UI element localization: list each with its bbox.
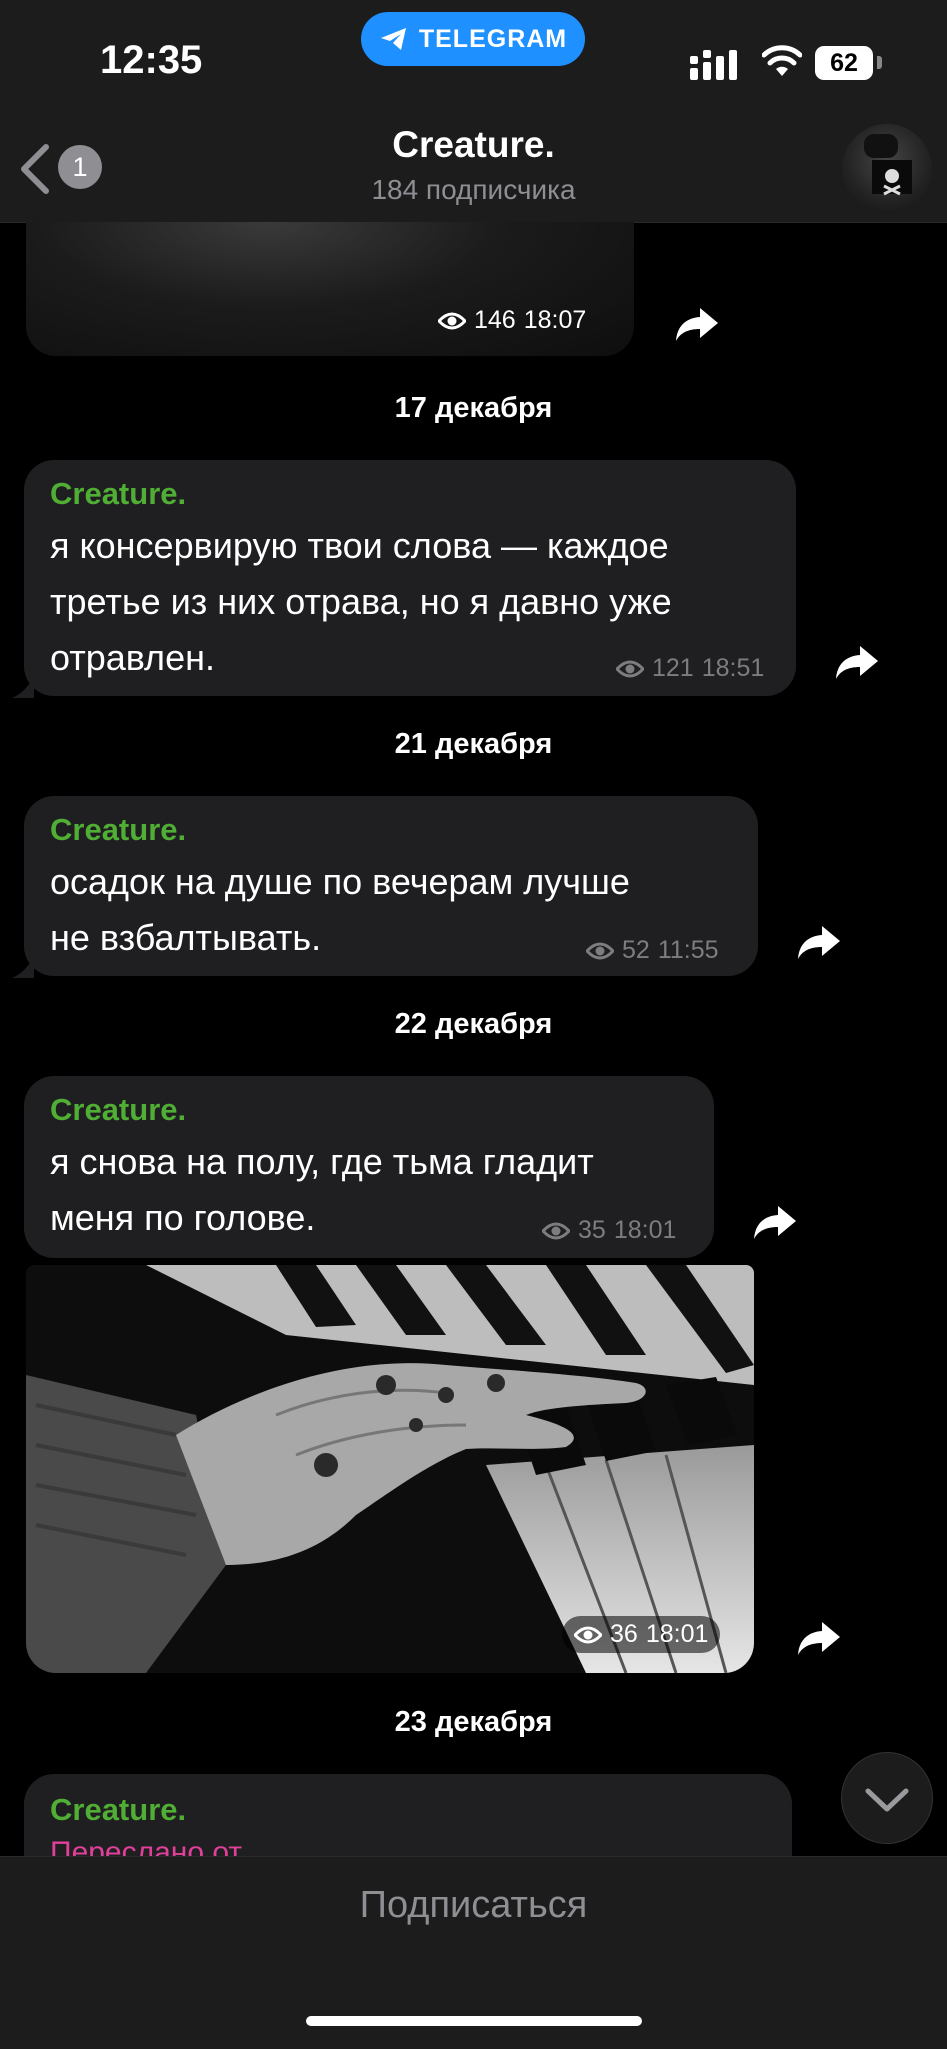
date-separator: 22 декабря xyxy=(394,1008,553,1040)
views-eye-icon xyxy=(616,660,644,677)
views-eye-icon xyxy=(586,942,614,959)
chevron-down-icon xyxy=(865,1788,909,1812)
message-meta: 52 11:55 xyxy=(586,936,719,965)
message-text: осадок на душе по вечерам лучше не взбал… xyxy=(50,854,630,966)
message-time: 11:55 xyxy=(657,936,719,964)
battery-indicator: 62 xyxy=(815,46,873,80)
views-count: 146 xyxy=(474,306,516,334)
message-author: Creature. xyxy=(50,1092,187,1127)
signal-icon xyxy=(690,50,737,80)
message-line: осадок на душе по вечерам лучше xyxy=(50,861,630,902)
message-meta: 36 18:01 xyxy=(562,1616,721,1653)
views-count: 36 xyxy=(610,1620,638,1648)
telegram-icon xyxy=(380,28,406,50)
share-icon[interactable] xyxy=(796,1618,842,1658)
telegram-pill[interactable]: TELEGRAM xyxy=(361,12,585,66)
photo-message[interactable] xyxy=(26,222,634,356)
message-meta: 35 18:01 xyxy=(542,1216,676,1245)
views-eye-icon xyxy=(542,1222,570,1239)
message-line: я консервирую твои слова — каждое xyxy=(50,525,669,566)
piano-hand-image xyxy=(26,1265,754,1673)
message-line: не взбалтывать. xyxy=(50,917,322,958)
home-indicator[interactable] xyxy=(306,2016,642,2026)
share-icon[interactable] xyxy=(752,1202,798,1242)
subscriber-count: 184 подписчика xyxy=(371,174,576,205)
message-author: Creature. xyxy=(50,812,187,847)
message-meta: 146 18:07 xyxy=(438,306,586,335)
message-line: отравлен. xyxy=(50,637,215,678)
share-icon[interactable] xyxy=(834,642,880,682)
date-separator: 21 декабря xyxy=(394,728,553,760)
scroll-to-bottom-button[interactable] xyxy=(841,1752,933,1844)
message-line: третье из них отрава, но я давно уже xyxy=(50,581,672,622)
message-time: 18:01 xyxy=(613,1216,677,1244)
battery-cap xyxy=(877,56,882,69)
share-icon[interactable] xyxy=(796,922,842,962)
views-eye-icon xyxy=(438,312,466,329)
views-count: 52 xyxy=(622,936,650,964)
share-icon[interactable] xyxy=(674,304,720,344)
channel-title[interactable]: Creature. xyxy=(0,124,947,166)
message-line: я снова на полу, где тьма гладит xyxy=(50,1141,594,1182)
subscribe-button[interactable]: Подписаться xyxy=(0,1884,947,1927)
message-time: 18:01 xyxy=(645,1620,709,1648)
message-author: Creature. xyxy=(50,476,187,511)
status-time: 12:35 xyxy=(100,38,203,82)
date-separator: 17 декабря xyxy=(394,392,553,424)
wifi-icon xyxy=(762,45,802,76)
views-count: 121 xyxy=(652,654,694,682)
skull-crossbones-icon xyxy=(864,134,912,196)
message-time: 18:51 xyxy=(701,654,765,682)
channel-avatar[interactable] xyxy=(842,124,932,214)
views-eye-icon xyxy=(574,1626,602,1643)
message-time: 18:07 xyxy=(523,306,587,334)
telegram-pill-label: TELEGRAM xyxy=(418,24,568,53)
message-text: я снова на полу, где тьма гладит меня по… xyxy=(50,1134,594,1246)
message-text: я консервирую твои слова — каждое третье… xyxy=(50,518,672,686)
message-author: Creature. xyxy=(50,1792,187,1827)
photo-message[interactable] xyxy=(26,1265,754,1673)
date-separator: 23 декабря xyxy=(394,1706,553,1738)
message-meta: 121 18:51 xyxy=(616,654,764,683)
views-count: 35 xyxy=(578,1216,606,1244)
message-line: меня по голове. xyxy=(50,1197,316,1238)
